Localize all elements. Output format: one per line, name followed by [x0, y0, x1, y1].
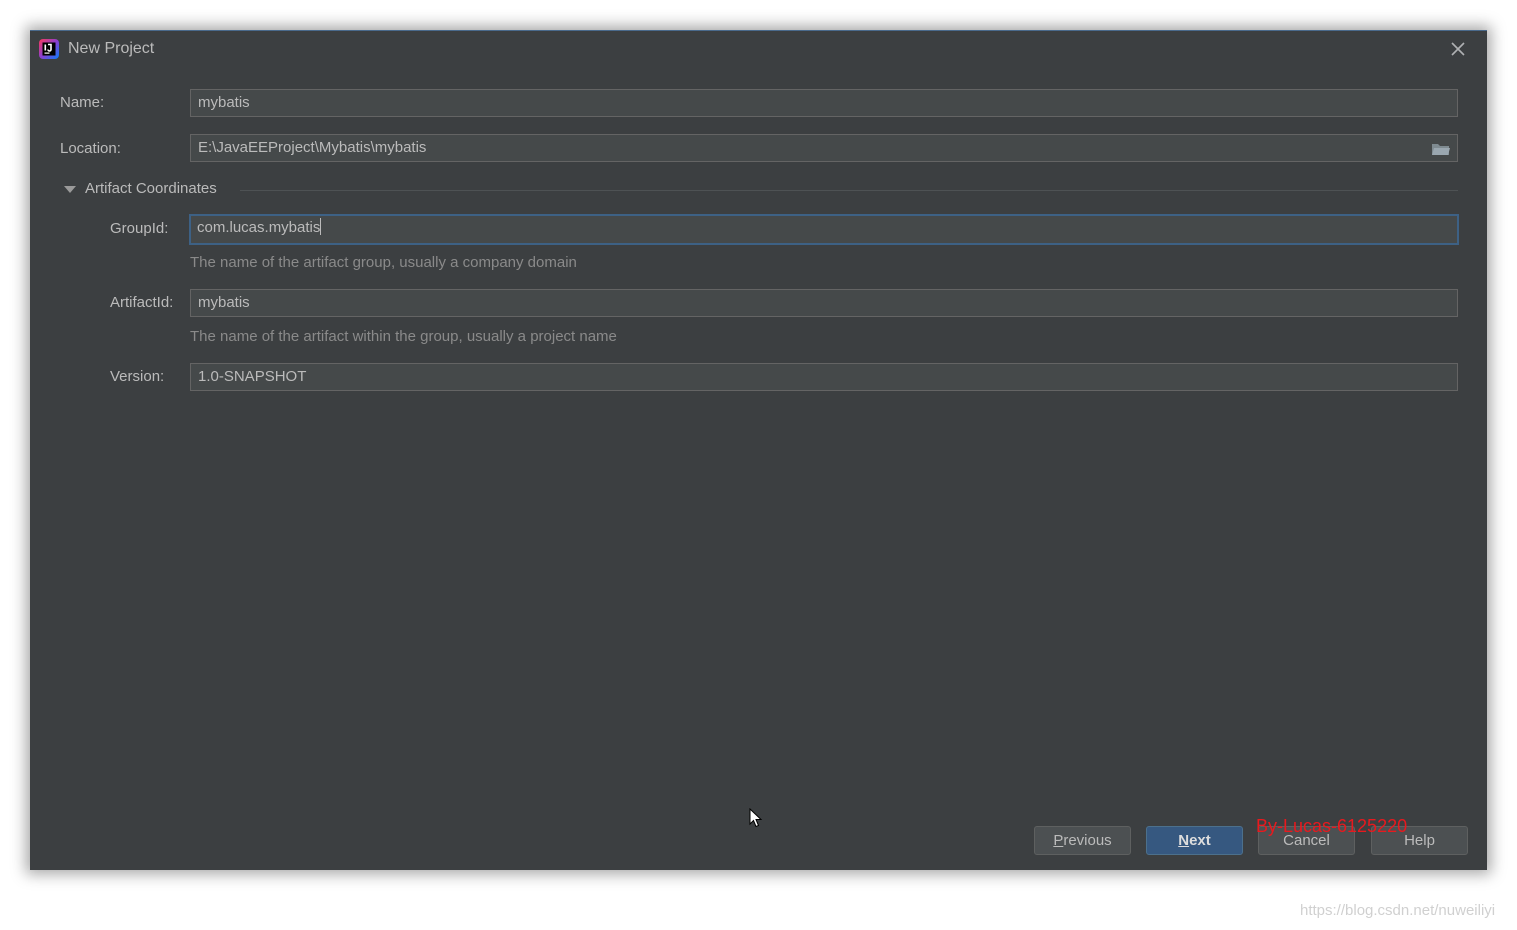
- groupid-value: com.lucas.mybatis: [197, 219, 321, 236]
- artifactid-value: mybatis: [198, 294, 250, 311]
- version-value: 1.0-SNAPSHOT: [198, 368, 307, 385]
- previous-mnemonic: P: [1053, 832, 1064, 849]
- close-icon[interactable]: [1447, 38, 1469, 60]
- artifactid-input[interactable]: mybatis: [190, 289, 1458, 317]
- text-caret: [320, 218, 322, 235]
- previous-button[interactable]: Previous: [1034, 826, 1131, 855]
- help-label: Help: [1404, 832, 1435, 849]
- title-bar[interactable]: New Project: [30, 30, 1487, 68]
- groupid-label: GroupId:: [110, 220, 169, 237]
- next-mnemonic: N: [1178, 832, 1190, 849]
- new-project-dialog: New Project Name: mybatis Location: E:\J…: [30, 30, 1487, 870]
- location-value: E:\JavaEEProject\Mybatis\mybatis: [198, 139, 427, 156]
- next-button[interactable]: Next: [1146, 826, 1243, 855]
- blog-url-watermark: https://blog.csdn.net/nuweiliyi: [1300, 902, 1496, 919]
- groupid-input[interactable]: com.lucas.mybatis: [189, 214, 1459, 245]
- section-title[interactable]: Artifact Coordinates: [85, 180, 217, 197]
- section-divider: [240, 190, 1458, 191]
- name-input[interactable]: mybatis: [190, 89, 1458, 117]
- artifact-coordinates-section: Artifact Coordinates: [60, 178, 1458, 202]
- location-label: Location:: [60, 140, 121, 157]
- cancel-label: Cancel: [1283, 832, 1330, 849]
- groupid-hint: The name of the artifact group, usually …: [190, 254, 577, 271]
- folder-icon[interactable]: [1431, 141, 1451, 157]
- name-label: Name:: [60, 94, 105, 111]
- version-label: Version:: [110, 368, 165, 385]
- dialog-title: New Project: [68, 40, 155, 57]
- previous-label: revious: [1063, 832, 1112, 849]
- cancel-button[interactable]: Cancel: [1258, 826, 1355, 855]
- artifactid-label: ArtifactId:: [110, 294, 174, 311]
- help-button[interactable]: Help: [1371, 826, 1468, 855]
- artifactid-hint: The name of the artifact within the grou…: [190, 328, 617, 345]
- intellij-idea-icon: [39, 39, 59, 59]
- name-value: mybatis: [198, 94, 250, 111]
- version-input[interactable]: 1.0-SNAPSHOT: [190, 363, 1458, 391]
- location-input[interactable]: E:\JavaEEProject\Mybatis\mybatis: [190, 134, 1458, 162]
- next-label: ext: [1189, 832, 1211, 849]
- collapse-arrow-icon[interactable]: [64, 186, 76, 193]
